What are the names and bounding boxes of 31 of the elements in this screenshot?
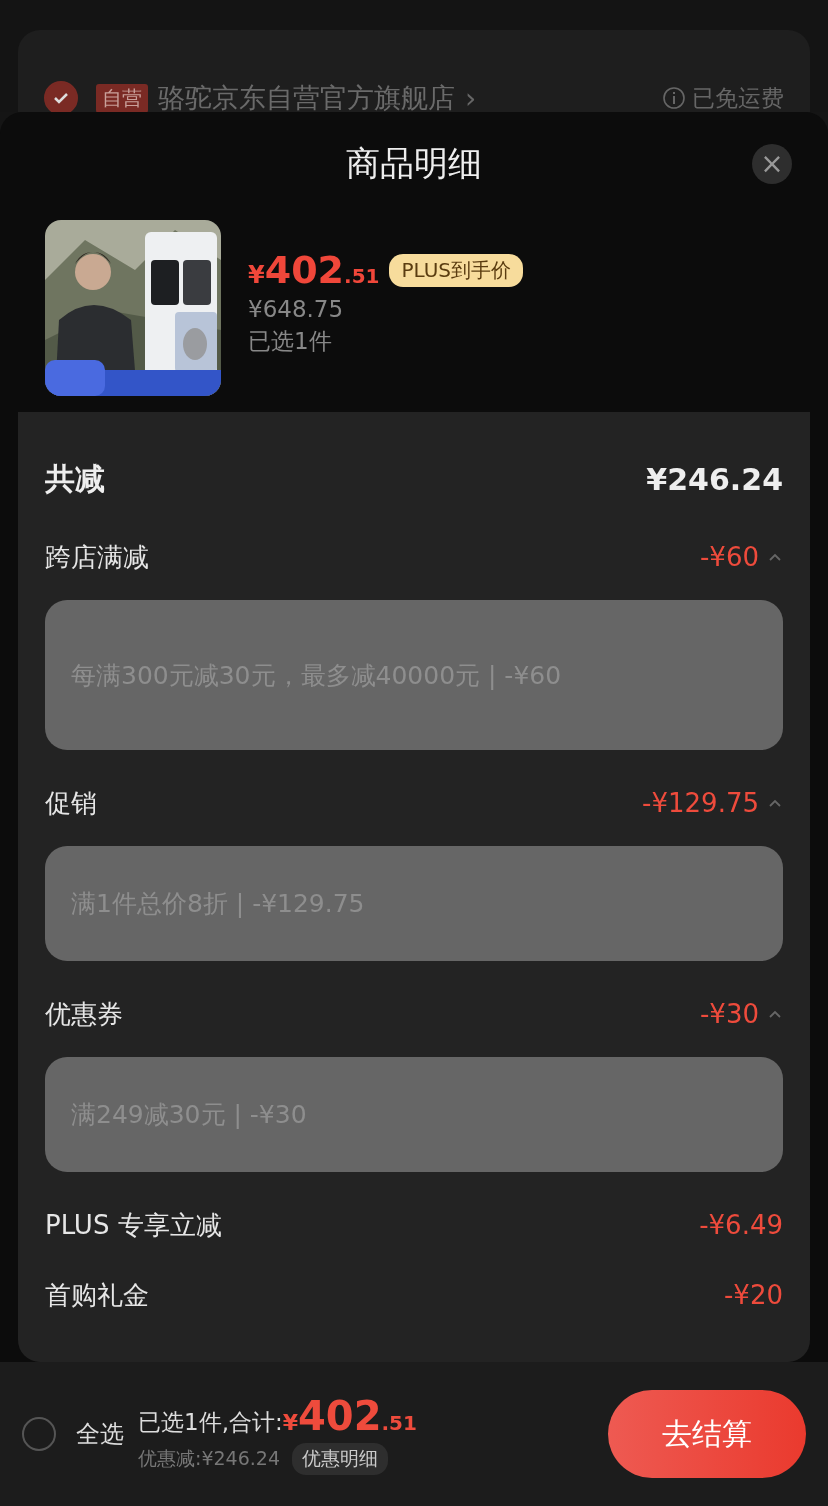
discount-amount: -¥20 xyxy=(724,1280,783,1310)
discount-label: PLUS 专享立减 xyxy=(45,1208,222,1242)
original-price: ¥648.75 xyxy=(248,296,345,322)
total-label: 已选1件,合计: xyxy=(138,1408,283,1437)
total-discount-label: 共减 xyxy=(45,459,105,498)
info-icon xyxy=(662,86,686,110)
discount-total: 优惠减:¥246.24 xyxy=(138,1446,280,1471)
self-operated-badge: 自营 xyxy=(96,83,148,112)
discount-label: 跨店满减 xyxy=(45,540,149,574)
discount-toggle[interactable]: -¥60 xyxy=(700,542,783,572)
select-all-checkbox[interactable] xyxy=(22,1417,56,1451)
store-checkbox[interactable] xyxy=(44,81,78,112)
discount-toggle[interactable]: -¥129.75 xyxy=(642,788,783,818)
checkout-button[interactable]: 去结算 xyxy=(608,1390,806,1478)
total-price: ¥402.51 xyxy=(282,1393,417,1439)
plus-price: ¥402.51 xyxy=(248,248,380,292)
store-name[interactable]: 骆驼京东自营官方旗舰店 xyxy=(158,80,455,112)
discount-toggle[interactable]: -¥30 xyxy=(700,999,783,1029)
discount-amount: -¥6.49 xyxy=(699,1210,783,1240)
selected-count: 已选1件 xyxy=(248,327,333,356)
plus-price-tag: PLUS到手价 xyxy=(389,253,523,287)
chevron-icon: › xyxy=(465,81,477,112)
shipping-status: 已免运费 xyxy=(692,83,784,112)
close-button[interactable]: × xyxy=(752,144,792,184)
total-discount-amount: ¥246.24 xyxy=(646,461,783,497)
discount-label: 促销 xyxy=(45,786,97,820)
discount-label: 首购礼金 xyxy=(45,1278,149,1312)
select-all-label[interactable]: 全选 xyxy=(76,1418,124,1450)
discount-label: 优惠券 xyxy=(45,997,123,1031)
sheet-title: 商品明细 xyxy=(346,142,482,185)
discount-details-button[interactable]: 优惠明细 xyxy=(292,1443,388,1475)
